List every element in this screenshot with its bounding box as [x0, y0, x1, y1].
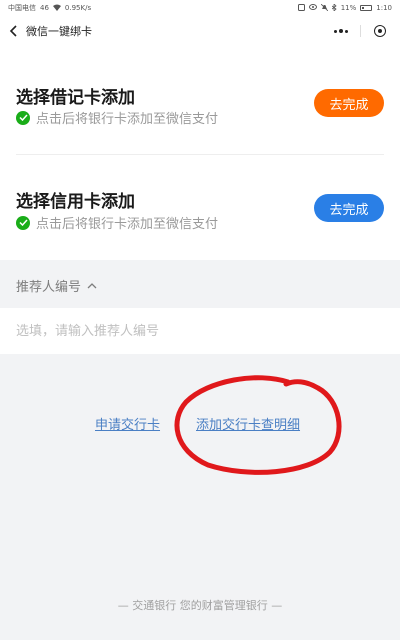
divider [16, 154, 384, 155]
credit-complete-button[interactable]: 去完成 [314, 194, 384, 222]
status-left: 中国电信 46 0.95K/s [8, 3, 91, 13]
chevron-up-icon [87, 278, 97, 293]
net-speed: 0.95K/s [64, 4, 92, 12]
referrer-toggle[interactable]: 推荐人编号 [16, 276, 97, 295]
clock: 1:10 [376, 4, 392, 12]
nav-bar: 微信一键绑卡 [0, 16, 400, 46]
card-options: 选择借记卡添加 点击后将银行卡添加至微信支付 去完成 选择信用卡添加 点击后将银… [0, 46, 400, 260]
wifi-icon [52, 4, 61, 13]
add-card-query-link[interactable]: 添加交行卡查明细 [196, 414, 300, 433]
battery-percent: 11% [340, 4, 357, 12]
nfc-icon [297, 3, 305, 13]
page-title: 微信一键绑卡 [26, 25, 92, 38]
credit-card-hint: 点击后将银行卡添加至微信支付 [36, 217, 219, 232]
status-bar: 中国电信 46 0.95K/s 11% 1:10 [0, 0, 400, 16]
status-right: 11% 1:10 [297, 2, 392, 13]
bluetooth-icon [331, 2, 337, 13]
credit-card-option: 选择信用卡添加 点击后将银行卡添加至微信支付 去完成 [0, 46, 400, 232]
referrer-label: 推荐人编号 [16, 280, 82, 295]
signal-label: 46 [40, 4, 49, 12]
footer-slogan: — 交通银行 您的财富管理银行 — [117, 599, 283, 612]
credit-card-subtitle: 点击后将银行卡添加至微信支付 [16, 213, 218, 232]
close-target-icon[interactable] [373, 25, 386, 37]
mini-program-capsule [328, 20, 392, 42]
credit-card-title: 选择信用卡添加 [16, 192, 135, 212]
referrer-input[interactable] [16, 308, 384, 354]
battery-icon [360, 5, 373, 11]
bell-mute-icon [320, 3, 328, 13]
eye-icon [308, 4, 317, 12]
carrier-label: 中国电信 [8, 4, 36, 12]
apply-card-link[interactable]: 申请交行卡 [95, 414, 160, 433]
check-icon [16, 215, 30, 230]
capsule-divider [360, 25, 362, 37]
more-icon[interactable] [334, 29, 349, 33]
referrer-input-row [0, 308, 400, 354]
back-icon[interactable] [2, 16, 26, 46]
